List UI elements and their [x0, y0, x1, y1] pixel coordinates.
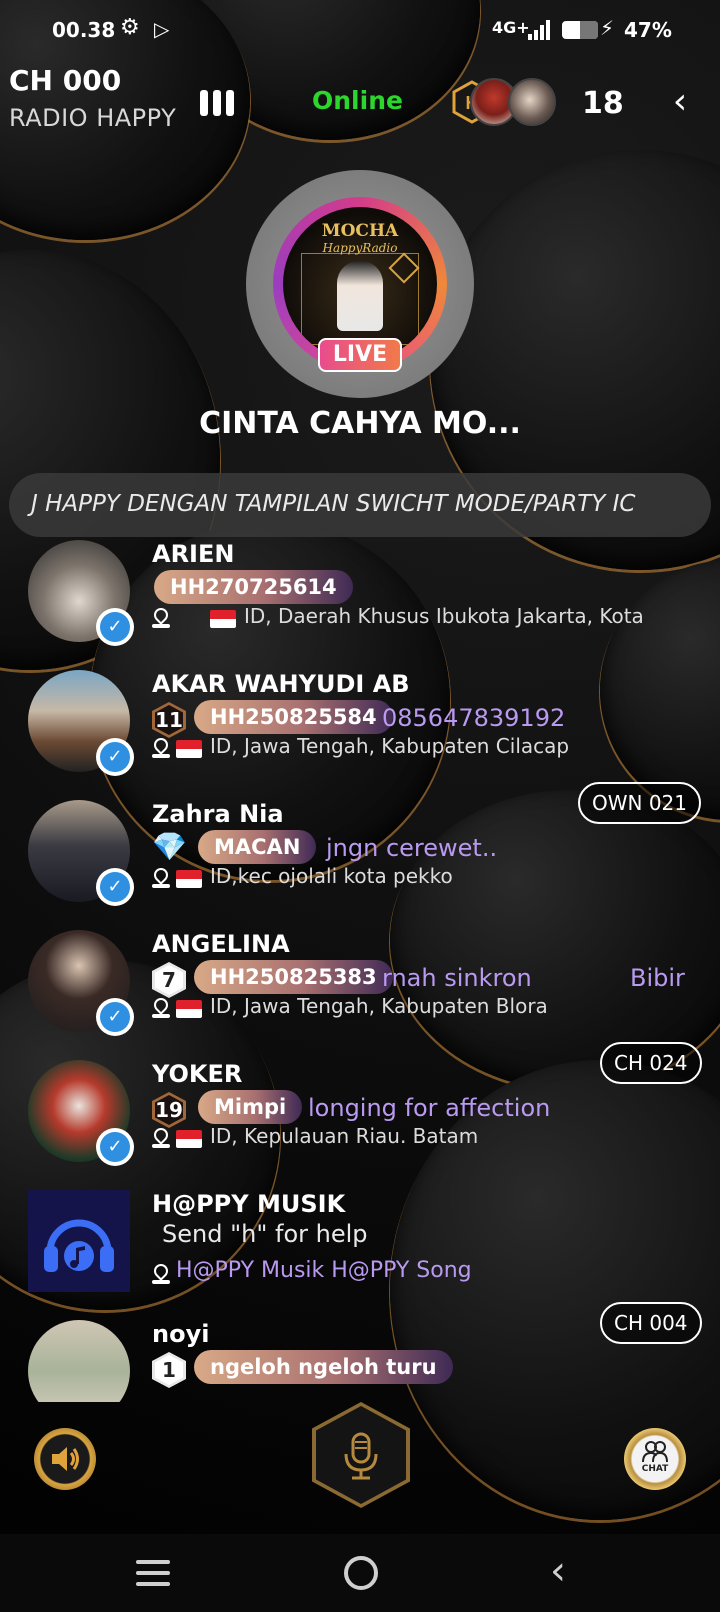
user-name: H@PPY MUSIK [152, 1190, 346, 1218]
channel-badge[interactable]: OWN 021 [578, 782, 702, 824]
location-pin-icon [151, 605, 171, 628]
channel-badge[interactable]: CH 004 [600, 1302, 702, 1344]
chat-users-icon [642, 1441, 668, 1463]
level-badge: 1 [152, 1352, 186, 1388]
list-item[interactable]: ✓ YOKER CH 024 19 Mimpi longing for affe… [0, 1042, 720, 1186]
verified-badge-icon: ✓ [96, 998, 134, 1036]
back-chevron-icon[interactable]: ‹ [660, 82, 700, 122]
online-status: Online [312, 86, 403, 115]
music-bot-avatar[interactable] [28, 1190, 130, 1292]
user-name: YOKER [152, 1060, 243, 1088]
location-pin-icon [151, 735, 171, 758]
home-icon[interactable] [344, 1556, 378, 1590]
artwork-subtitle: HappyRadio [322, 241, 398, 255]
avatar[interactable] [28, 1320, 130, 1402]
listener-list: ✓ ARIEN HH270725614 ID, Daerah Khusus Ib… [0, 540, 720, 1402]
list-item[interactable]: H@PPY MUSIK Send "h" for help H@PPY Musi… [0, 1182, 720, 1316]
verified-badge-icon: ✓ [96, 1128, 134, 1166]
user-tag: HH270725614 [154, 570, 353, 604]
recent-apps-icon[interactable] [136, 1560, 170, 1586]
channel-number: CH 000 [9, 64, 122, 97]
station-name: RADIO HAPPY [9, 104, 177, 132]
marquee-text: J HAPPY DENGAN TAMPILAN SWICHT MODE/PART… [31, 491, 636, 517]
user-tag: MACAN [198, 830, 317, 864]
user-status: longing for affection [308, 1094, 551, 1122]
channel-badge[interactable]: CH 024 [600, 1042, 702, 1084]
listener-count[interactable]: 18 [582, 86, 624, 121]
user-tag: ngeloh ngeloh turu [194, 1350, 453, 1384]
chat-label: CHAT [641, 1464, 669, 1474]
list-item[interactable]: ✓ AKAR WAHYUDI AB 11 HH250825584 0856478… [0, 662, 720, 796]
user-tag: HH250825383 [194, 960, 393, 994]
verified-badge-icon: ✓ [96, 868, 134, 906]
headphones-icon [44, 1219, 114, 1272]
help-hint: Send "h" for help [162, 1220, 368, 1248]
user-name: AKAR WAHYUDI AB [152, 670, 410, 698]
play-store-icon: ▷ [154, 17, 170, 41]
user-status: jngn cerewet.. [326, 834, 498, 862]
verified-badge-icon: ✓ [96, 608, 134, 646]
show-title: CINTA CAHYA MO... [199, 406, 521, 441]
battery-percent: 47% [624, 18, 672, 42]
battery-icon [562, 21, 598, 39]
music-links[interactable]: H@PPY Musik H@PPY Song [176, 1258, 472, 1283]
indonesia-flag-icon [176, 870, 202, 888]
system-nav-bar: ‹ [0, 1534, 720, 1612]
indonesia-flag-icon [176, 1000, 202, 1018]
location-pin-icon [151, 1261, 171, 1284]
verified-badge-icon: ✓ [96, 738, 134, 776]
back-icon[interactable]: ‹ [550, 1548, 566, 1594]
list-item[interactable]: ✓ ANGELINA 7 HH250825383 rnah sinkron Bi… [0, 922, 720, 1056]
location-pin-icon [151, 1125, 171, 1148]
microphone-icon [344, 1432, 378, 1480]
status-bar: 00.38 ⚙ ▷ 4G+ ⚡ 47% [0, 0, 720, 60]
announcement-marquee: J HAPPY DENGAN TAMPILAN SWICHT MODE/PART… [9, 473, 711, 537]
charging-icon: ⚡ [600, 16, 615, 40]
radio-app: 00.38 ⚙ ▷ 4G+ ⚡ 47% CH 000 RADIO HAPPY O… [0, 0, 720, 1612]
user-tag: HH250825584 [194, 700, 393, 734]
list-item[interactable]: ✓ ARIEN HH270725614 ID, Daerah Khusus Ib… [0, 540, 720, 666]
user-name: Zahra Nia [152, 800, 284, 828]
listener-avatar[interactable] [508, 78, 556, 126]
user-name: noyi [152, 1320, 210, 1348]
indonesia-flag-icon [176, 1130, 202, 1148]
microphone-button[interactable] [312, 1402, 410, 1508]
user-status: 085647839192 [382, 704, 566, 732]
network-type: 4G+ [492, 18, 530, 37]
list-item[interactable]: ✓ Zahra Nia OWN 021 💎 MACAN jngn cerewet… [0, 782, 720, 926]
artwork-title: MOCHA [321, 221, 399, 241]
signal-icon [528, 20, 550, 40]
live-badge: LIVE [318, 338, 402, 372]
list-item[interactable]: noyi CH 004 1 ngeloh ngeloh turu [0, 1302, 720, 1402]
level-badge: 11 [152, 702, 186, 738]
location-pin-icon [151, 865, 171, 888]
level-badge: 19 [152, 1092, 186, 1128]
speaker-icon [52, 1447, 79, 1471]
indonesia-flag-icon [176, 740, 202, 758]
gear-icon: ⚙ [120, 15, 140, 40]
status-time: 00.38 [52, 18, 116, 42]
diamond-icon: 💎 [152, 830, 187, 863]
user-status: rnah sinkron [382, 964, 532, 992]
user-tag: Mimpi [198, 1090, 303, 1124]
indonesia-flag-icon [210, 610, 236, 628]
level-badge: 7 [152, 962, 186, 998]
chat-button[interactable]: CHAT [624, 1428, 686, 1490]
user-status-secondary: Bibir [630, 964, 685, 992]
user-name: ARIEN [152, 540, 235, 568]
location-pin-icon [151, 995, 171, 1018]
speaker-button[interactable] [34, 1428, 96, 1490]
user-name: ANGELINA [152, 930, 290, 958]
pause-button[interactable] [200, 90, 236, 116]
